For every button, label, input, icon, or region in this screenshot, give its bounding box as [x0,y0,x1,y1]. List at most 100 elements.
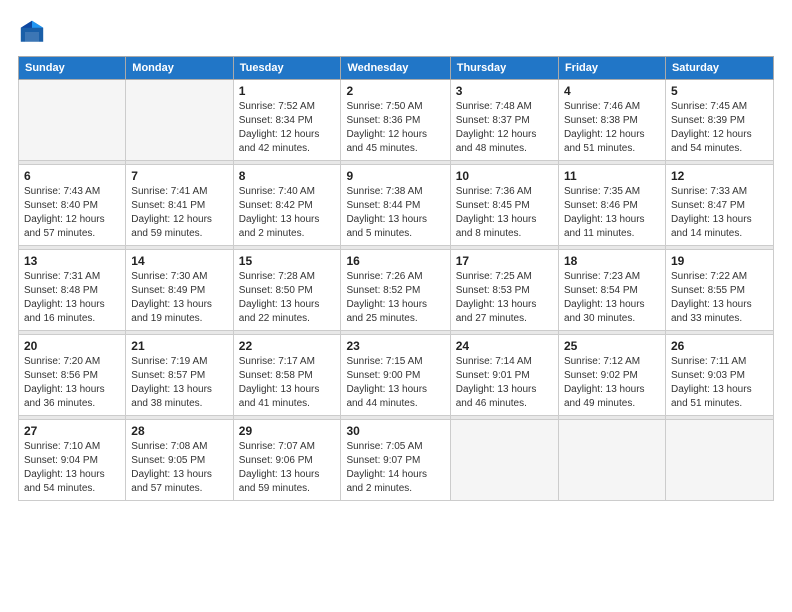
day-cell: 18Sunrise: 7:23 AM Sunset: 8:54 PM Dayli… [558,250,665,331]
day-number: 13 [24,254,120,268]
weekday-header-saturday: Saturday [665,57,773,80]
day-cell: 1 Sunrise: 7:52 AM Sunset: 8:34 PM Daylig… [233,80,341,161]
day-cell: 29 Sunrise: 7:07 AM Sunset: 9:06 PM Dayli… [233,420,341,501]
day-info: Sunrise: 7:11 AM Sunset: 9:03 PM Dayligh… [671,355,768,411]
day-number: 17 [456,254,553,268]
day-number: 28 [131,424,227,438]
day-info: Sunrise: 7:20 AM Sunset: 8:56 PM Dayligh… [24,355,120,411]
day-info: Sunrise: 7:25 AM Sunset: 8:53 PM Dayligh… [456,270,553,326]
day-info: Sunrise: 7:26 AM Sunset: 8:52 PM Dayligh… [346,270,444,326]
day-number: 11 [564,169,660,183]
day-cell: 15Sunrise: 7:28 AM Sunset: 8:50 PM Dayli… [233,250,341,331]
day-cell: 4 Sunrise: 7:46 AM Sunset: 8:38 PM Daylig… [558,80,665,161]
day-info: Sunrise: 7:40 AM Sunset: 8:42 PM Dayligh… [239,185,336,241]
day-cell: 22 Sunrise: 7:17 AM Sunset: 8:58 PM Dayli… [233,335,341,416]
day-cell: 10Sunrise: 7:36 AM Sunset: 8:45 PM Dayli… [450,165,558,246]
day-info: Sunrise: 7:05 AM Sunset: 9:07 PM Dayligh… [346,440,444,496]
day-cell: 27 Sunrise: 7:10 AM Sunset: 9:04 PM Dayli… [19,420,126,501]
week-row-1: 1 Sunrise: 7:52 AM Sunset: 8:34 PM Daylig… [19,80,774,161]
day-info: Sunrise: 7:15 AM Sunset: 9:00 PM Dayligh… [346,355,444,411]
day-info: Sunrise: 7:12 AM Sunset: 9:02 PM Dayligh… [564,355,660,411]
day-cell: 25Sunrise: 7:12 AM Sunset: 9:02 PM Dayli… [558,335,665,416]
day-cell [126,80,233,161]
day-cell: 14 Sunrise: 7:30 AM Sunset: 8:49 PM Dayli… [126,250,233,331]
weekday-header-thursday: Thursday [450,57,558,80]
day-number: 27 [24,424,120,438]
page: SundayMondayTuesdayWednesdayThursdayFrid… [0,0,792,612]
day-number: 18 [564,254,660,268]
day-cell: 3 Sunrise: 7:48 AM Sunset: 8:37 PM Daylig… [450,80,558,161]
weekday-header-friday: Friday [558,57,665,80]
day-cell: 26 Sunrise: 7:11 AM Sunset: 9:03 PM Dayli… [665,335,773,416]
day-cell: 21 Sunrise: 7:19 AM Sunset: 8:57 PM Dayli… [126,335,233,416]
day-cell: 8Sunrise: 7:40 AM Sunset: 8:42 PM Daylig… [233,165,341,246]
day-info: Sunrise: 7:28 AM Sunset: 8:50 PM Dayligh… [239,270,336,326]
week-row-2: 6 Sunrise: 7:43 AM Sunset: 8:40 PM Daylig… [19,165,774,246]
day-number: 3 [456,84,553,98]
day-number: 29 [239,424,336,438]
day-cell: 12Sunrise: 7:33 AM Sunset: 8:47 PM Dayli… [665,165,773,246]
day-info: Sunrise: 7:17 AM Sunset: 8:58 PM Dayligh… [239,355,336,411]
day-info: Sunrise: 7:52 AM Sunset: 8:34 PM Dayligh… [239,100,336,156]
day-info: Sunrise: 7:43 AM Sunset: 8:40 PM Dayligh… [24,185,120,241]
day-info: Sunrise: 7:48 AM Sunset: 8:37 PM Dayligh… [456,100,553,156]
day-info: Sunrise: 7:33 AM Sunset: 8:47 PM Dayligh… [671,185,768,241]
day-cell [558,420,665,501]
day-cell: 11 Sunrise: 7:35 AM Sunset: 8:46 PM Dayli… [558,165,665,246]
day-number: 5 [671,84,768,98]
day-cell: 23Sunrise: 7:15 AM Sunset: 9:00 PM Dayli… [341,335,450,416]
day-info: Sunrise: 7:30 AM Sunset: 8:49 PM Dayligh… [131,270,227,326]
day-cell: 19 Sunrise: 7:22 AM Sunset: 8:55 PM Dayli… [665,250,773,331]
day-cell: 24Sunrise: 7:14 AM Sunset: 9:01 PM Dayli… [450,335,558,416]
day-info: Sunrise: 7:46 AM Sunset: 8:38 PM Dayligh… [564,100,660,156]
week-row-4: 20Sunrise: 7:20 AM Sunset: 8:56 PM Dayli… [19,335,774,416]
day-info: Sunrise: 7:10 AM Sunset: 9:04 PM Dayligh… [24,440,120,496]
day-cell [450,420,558,501]
day-number: 26 [671,339,768,353]
day-cell: 2 Sunrise: 7:50 AM Sunset: 8:36 PM Daylig… [341,80,450,161]
weekday-header-row: SundayMondayTuesdayWednesdayThursdayFrid… [19,57,774,80]
day-number: 7 [131,169,227,183]
day-info: Sunrise: 7:36 AM Sunset: 8:45 PM Dayligh… [456,185,553,241]
day-cell [665,420,773,501]
day-number: 21 [131,339,227,353]
day-cell: 7 Sunrise: 7:41 AM Sunset: 8:41 PM Daylig… [126,165,233,246]
header [18,18,774,46]
day-cell: 6 Sunrise: 7:43 AM Sunset: 8:40 PM Daylig… [19,165,126,246]
day-info: Sunrise: 7:31 AM Sunset: 8:48 PM Dayligh… [24,270,120,326]
logo [18,18,52,46]
day-cell: 28 Sunrise: 7:08 AM Sunset: 9:05 PM Dayli… [126,420,233,501]
day-number: 14 [131,254,227,268]
day-cell [19,80,126,161]
weekday-header-wednesday: Wednesday [341,57,450,80]
day-number: 2 [346,84,444,98]
day-number: 6 [24,169,120,183]
day-info: Sunrise: 7:07 AM Sunset: 9:06 PM Dayligh… [239,440,336,496]
day-info: Sunrise: 7:41 AM Sunset: 8:41 PM Dayligh… [131,185,227,241]
day-cell: 17 Sunrise: 7:25 AM Sunset: 8:53 PM Dayli… [450,250,558,331]
day-info: Sunrise: 7:35 AM Sunset: 8:46 PM Dayligh… [564,185,660,241]
day-info: Sunrise: 7:08 AM Sunset: 9:05 PM Dayligh… [131,440,227,496]
weekday-header-tuesday: Tuesday [233,57,341,80]
day-cell: 30 Sunrise: 7:05 AM Sunset: 9:07 PM Dayli… [341,420,450,501]
day-number: 1 [239,84,336,98]
day-info: Sunrise: 7:19 AM Sunset: 8:57 PM Dayligh… [131,355,227,411]
day-number: 16 [346,254,444,268]
calendar-table: SundayMondayTuesdayWednesdayThursdayFrid… [18,56,774,501]
day-number: 9 [346,169,444,183]
day-info: Sunrise: 7:50 AM Sunset: 8:36 PM Dayligh… [346,100,444,156]
logo-icon [18,18,46,46]
day-cell: 13 Sunrise: 7:31 AM Sunset: 8:48 PM Dayli… [19,250,126,331]
day-info: Sunrise: 7:45 AM Sunset: 8:39 PM Dayligh… [671,100,768,156]
week-row-3: 13 Sunrise: 7:31 AM Sunset: 8:48 PM Dayli… [19,250,774,331]
day-cell: 20Sunrise: 7:20 AM Sunset: 8:56 PM Dayli… [19,335,126,416]
day-number: 30 [346,424,444,438]
week-row-5: 27 Sunrise: 7:10 AM Sunset: 9:04 PM Dayli… [19,420,774,501]
day-info: Sunrise: 7:14 AM Sunset: 9:01 PM Dayligh… [456,355,553,411]
day-cell: 9Sunrise: 7:38 AM Sunset: 8:44 PM Daylig… [341,165,450,246]
weekday-header-monday: Monday [126,57,233,80]
day-number: 22 [239,339,336,353]
day-info: Sunrise: 7:22 AM Sunset: 8:55 PM Dayligh… [671,270,768,326]
day-number: 4 [564,84,660,98]
day-number: 19 [671,254,768,268]
